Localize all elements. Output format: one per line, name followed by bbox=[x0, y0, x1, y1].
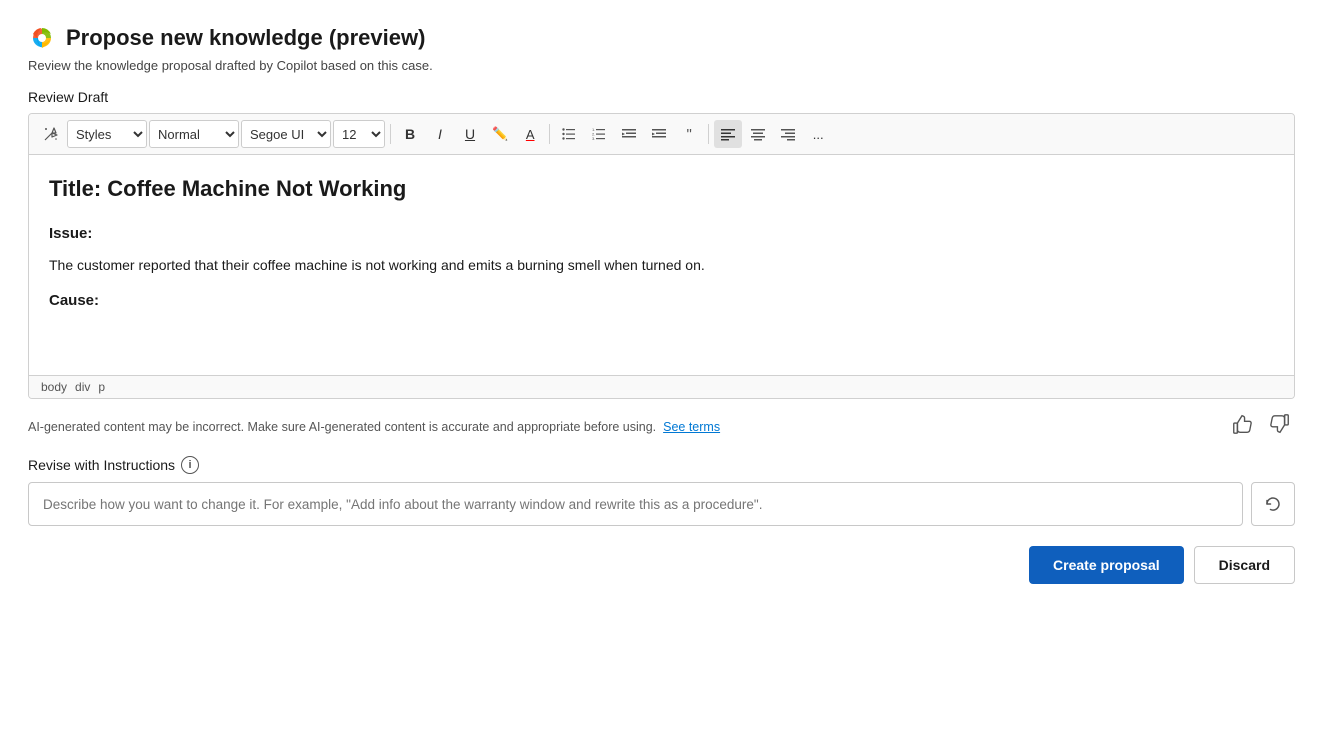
format-dropdown[interactable]: Normal Heading 1 Heading 2 Heading 3 bbox=[149, 120, 239, 148]
bullet-list-button[interactable] bbox=[555, 120, 583, 148]
font-color-button[interactable]: A bbox=[516, 120, 544, 148]
toolbar-divider-3 bbox=[708, 124, 709, 144]
revise-input[interactable] bbox=[28, 482, 1243, 526]
thumbs-down-icon bbox=[1269, 413, 1291, 435]
blockquote-button[interactable]: " bbox=[675, 120, 703, 148]
ai-assist-button[interactable] bbox=[37, 120, 65, 148]
styles-dropdown[interactable]: Styles bbox=[67, 120, 147, 148]
thumbs-up-button[interactable] bbox=[1227, 411, 1257, 442]
refresh-button[interactable] bbox=[1251, 482, 1295, 526]
font-size-dropdown[interactable]: 12 10 11 14 16 bbox=[333, 120, 385, 148]
see-terms-link[interactable]: See terms bbox=[663, 420, 720, 434]
revise-input-row bbox=[28, 482, 1295, 526]
action-row: Create proposal Discard bbox=[28, 546, 1295, 584]
align-center-icon bbox=[751, 127, 765, 141]
ai-disclaimer-text: AI-generated content may be incorrect. M… bbox=[28, 420, 1211, 434]
statusbar-p[interactable]: p bbox=[98, 380, 105, 394]
svg-text:3.: 3. bbox=[592, 136, 595, 141]
outdent-button[interactable] bbox=[615, 120, 643, 148]
underline-button[interactable]: U bbox=[456, 120, 484, 148]
copilot-icon bbox=[28, 24, 56, 52]
outdent-icon bbox=[622, 127, 636, 141]
wand-icon bbox=[43, 126, 59, 142]
create-proposal-button[interactable]: Create proposal bbox=[1029, 546, 1184, 584]
editor-toolbar: Styles Normal Heading 1 Heading 2 Headin… bbox=[29, 114, 1294, 155]
indent-icon bbox=[652, 127, 666, 141]
review-draft-label: Review Draft bbox=[28, 89, 1295, 105]
align-left-button[interactable] bbox=[714, 120, 742, 148]
feedback-buttons bbox=[1227, 411, 1295, 442]
statusbar-div[interactable]: div bbox=[75, 380, 90, 394]
indent-button[interactable] bbox=[645, 120, 673, 148]
refresh-icon bbox=[1264, 495, 1282, 513]
toolbar-divider-2 bbox=[549, 124, 550, 144]
thumbs-up-icon bbox=[1231, 413, 1253, 435]
toolbar-divider-1 bbox=[390, 124, 391, 144]
revise-section-label: Revise with Instructions i bbox=[28, 456, 1295, 474]
bold-button[interactable]: B bbox=[396, 120, 424, 148]
editor-statusbar: body div p bbox=[29, 375, 1294, 398]
page-subtitle: Review the knowledge proposal drafted by… bbox=[28, 58, 1295, 73]
highlight-color-button[interactable]: ✏️ bbox=[486, 120, 514, 148]
page-title: Propose new knowledge (preview) bbox=[66, 25, 425, 51]
issue-body: The customer reported that their coffee … bbox=[49, 254, 1274, 276]
bullet-list-icon bbox=[562, 127, 576, 141]
numbered-list-button[interactable]: 1. 2. 3. bbox=[585, 120, 613, 148]
align-center-button[interactable] bbox=[744, 120, 772, 148]
editor-content-area[interactable]: Title: Coffee Machine Not Working Issue:… bbox=[29, 155, 1294, 375]
editor-title: Title: Coffee Machine Not Working bbox=[49, 171, 1274, 206]
italic-button[interactable]: I bbox=[426, 120, 454, 148]
align-right-icon bbox=[781, 127, 795, 141]
issue-heading: Issue: bbox=[49, 222, 1274, 246]
thumbs-down-button[interactable] bbox=[1265, 411, 1295, 442]
discard-button[interactable]: Discard bbox=[1194, 546, 1295, 584]
numbered-list-icon: 1. 2. 3. bbox=[592, 127, 606, 141]
align-right-button[interactable] bbox=[774, 120, 802, 148]
ai-disclaimer-row: AI-generated content may be incorrect. M… bbox=[28, 411, 1295, 442]
font-dropdown[interactable]: Segoe UI Arial Times New Roman bbox=[241, 120, 331, 148]
page-header: Propose new knowledge (preview) bbox=[28, 24, 1295, 52]
align-left-icon bbox=[721, 127, 735, 141]
statusbar-body[interactable]: body bbox=[41, 380, 67, 394]
info-icon[interactable]: i bbox=[181, 456, 199, 474]
cause-heading: Cause: bbox=[49, 289, 1274, 313]
editor-container: Styles Normal Heading 1 Heading 2 Headin… bbox=[28, 113, 1295, 399]
more-options-button[interactable]: ... bbox=[804, 120, 832, 148]
